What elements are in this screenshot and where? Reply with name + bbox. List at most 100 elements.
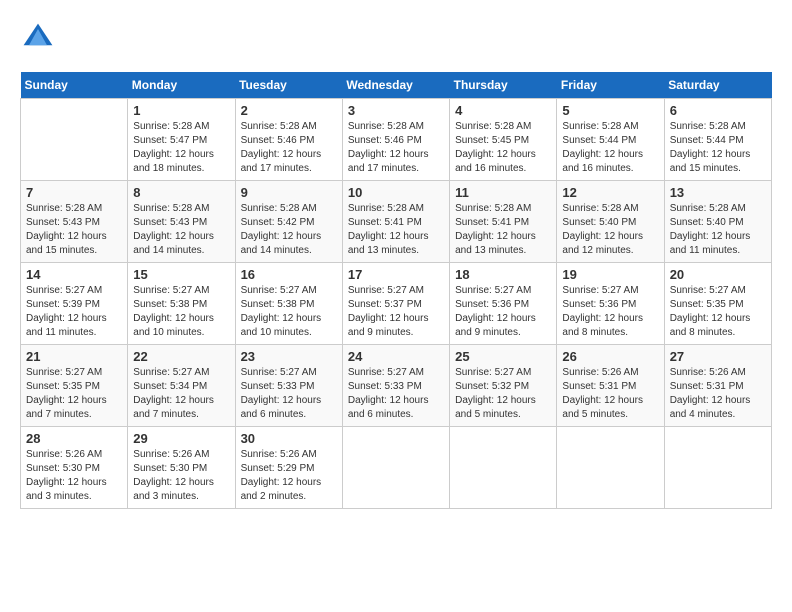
calendar-cell: 19 Sunrise: 5:27 AM Sunset: 5:36 PM Dayli…	[557, 263, 664, 345]
calendar-cell	[450, 427, 557, 509]
day-info: Sunrise: 5:27 AM Sunset: 5:36 PM Dayligh…	[562, 284, 658, 340]
day-number: 9	[241, 185, 337, 200]
calendar-cell: 16 Sunrise: 5:27 AM Sunset: 5:38 PM Dayli…	[235, 263, 342, 345]
calendar-week-4: 21 Sunrise: 5:27 AM Sunset: 5:35 PM Dayli…	[21, 345, 772, 427]
day-info: Sunrise: 5:28 AM Sunset: 5:41 PM Dayligh…	[455, 202, 551, 258]
calendar-cell: 17 Sunrise: 5:27 AM Sunset: 5:37 PM Dayli…	[342, 263, 449, 345]
day-number: 7	[26, 185, 122, 200]
day-number: 2	[241, 103, 337, 118]
calendar-cell: 6 Sunrise: 5:28 AM Sunset: 5:44 PM Daylig…	[664, 99, 771, 181]
day-info: Sunrise: 5:27 AM Sunset: 5:39 PM Dayligh…	[26, 284, 122, 340]
calendar-week-5: 28 Sunrise: 5:26 AM Sunset: 5:30 PM Dayli…	[21, 427, 772, 509]
day-number: 1	[133, 103, 229, 118]
weekday-header-sunday: Sunday	[21, 72, 128, 99]
logo	[20, 20, 62, 56]
day-number: 28	[26, 431, 122, 446]
day-info: Sunrise: 5:27 AM Sunset: 5:35 PM Dayligh…	[26, 366, 122, 422]
calendar-cell: 7 Sunrise: 5:28 AM Sunset: 5:43 PM Daylig…	[21, 181, 128, 263]
day-info: Sunrise: 5:28 AM Sunset: 5:44 PM Dayligh…	[670, 120, 766, 176]
day-info: Sunrise: 5:28 AM Sunset: 5:41 PM Dayligh…	[348, 202, 444, 258]
day-info: Sunrise: 5:27 AM Sunset: 5:38 PM Dayligh…	[133, 284, 229, 340]
calendar-cell	[664, 427, 771, 509]
day-info: Sunrise: 5:27 AM Sunset: 5:32 PM Dayligh…	[455, 366, 551, 422]
calendar-cell: 27Sunrise: 5:26 AM Sunset: 5:31 PM Dayli…	[664, 345, 771, 427]
calendar-cell: 18 Sunrise: 5:27 AM Sunset: 5:36 PM Dayli…	[450, 263, 557, 345]
calendar-cell: 21 Sunrise: 5:27 AM Sunset: 5:35 PM Dayli…	[21, 345, 128, 427]
day-number: 20	[670, 267, 766, 282]
day-info: Sunrise: 5:28 AM Sunset: 5:46 PM Dayligh…	[348, 120, 444, 176]
day-number: 10	[348, 185, 444, 200]
calendar-cell: 25 Sunrise: 5:27 AM Sunset: 5:32 PM Dayli…	[450, 345, 557, 427]
day-info: Sunrise: 5:28 AM Sunset: 5:40 PM Dayligh…	[562, 202, 658, 258]
day-info: Sunrise: 5:27 AM Sunset: 5:36 PM Dayligh…	[455, 284, 551, 340]
calendar-cell: 5Sunrise: 5:28 AM Sunset: 5:44 PM Daylig…	[557, 99, 664, 181]
day-info: Sunrise: 5:28 AM Sunset: 5:40 PM Dayligh…	[670, 202, 766, 258]
weekday-header-row: SundayMondayTuesdayWednesdayThursdayFrid…	[21, 72, 772, 99]
calendar-cell: 28 Sunrise: 5:26 AM Sunset: 5:30 PM Dayli…	[21, 427, 128, 509]
day-info: Sunrise: 5:28 AM Sunset: 5:43 PM Dayligh…	[133, 202, 229, 258]
calendar-cell: 13 Sunrise: 5:28 AM Sunset: 5:40 PM Dayli…	[664, 181, 771, 263]
calendar-cell: 20 Sunrise: 5:27 AM Sunset: 5:35 PM Dayli…	[664, 263, 771, 345]
calendar-cell: 9 Sunrise: 5:28 AM Sunset: 5:42 PM Daylig…	[235, 181, 342, 263]
weekday-header-thursday: Thursday	[450, 72, 557, 99]
calendar-cell	[557, 427, 664, 509]
calendar-cell	[342, 427, 449, 509]
logo-icon	[20, 20, 56, 56]
day-info: Sunrise: 5:27 AM Sunset: 5:33 PM Dayligh…	[241, 366, 337, 422]
calendar-cell: 4Sunrise: 5:28 AM Sunset: 5:45 PM Daylig…	[450, 99, 557, 181]
day-number: 8	[133, 185, 229, 200]
day-info: Sunrise: 5:28 AM Sunset: 5:47 PM Dayligh…	[133, 120, 229, 176]
day-info: Sunrise: 5:26 AM Sunset: 5:31 PM Dayligh…	[670, 366, 766, 422]
day-number: 15	[133, 267, 229, 282]
day-number: 29	[133, 431, 229, 446]
calendar-week-2: 7 Sunrise: 5:28 AM Sunset: 5:43 PM Daylig…	[21, 181, 772, 263]
weekday-header-monday: Monday	[128, 72, 235, 99]
weekday-header-wednesday: Wednesday	[342, 72, 449, 99]
day-number: 17	[348, 267, 444, 282]
day-info: Sunrise: 5:26 AM Sunset: 5:29 PM Dayligh…	[241, 448, 337, 504]
calendar-cell: 15 Sunrise: 5:27 AM Sunset: 5:38 PM Dayli…	[128, 263, 235, 345]
day-number: 11	[455, 185, 551, 200]
day-number: 23	[241, 349, 337, 364]
page-header	[20, 20, 772, 56]
day-number: 19	[562, 267, 658, 282]
day-number: 21	[26, 349, 122, 364]
calendar-cell: 3Sunrise: 5:28 AM Sunset: 5:46 PM Daylig…	[342, 99, 449, 181]
calendar-week-3: 14 Sunrise: 5:27 AM Sunset: 5:39 PM Dayli…	[21, 263, 772, 345]
calendar-cell: 11 Sunrise: 5:28 AM Sunset: 5:41 PM Dayli…	[450, 181, 557, 263]
calendar-cell: 2 Sunrise: 5:28 AM Sunset: 5:46 PM Daylig…	[235, 99, 342, 181]
day-info: Sunrise: 5:26 AM Sunset: 5:30 PM Dayligh…	[133, 448, 229, 504]
day-info: Sunrise: 5:28 AM Sunset: 5:45 PM Dayligh…	[455, 120, 551, 176]
day-number: 13	[670, 185, 766, 200]
day-info: Sunrise: 5:27 AM Sunset: 5:37 PM Dayligh…	[348, 284, 444, 340]
calendar-table: SundayMondayTuesdayWednesdayThursdayFrid…	[20, 72, 772, 509]
weekday-header-friday: Friday	[557, 72, 664, 99]
day-number: 22	[133, 349, 229, 364]
calendar-cell: 14 Sunrise: 5:27 AM Sunset: 5:39 PM Dayli…	[21, 263, 128, 345]
day-info: Sunrise: 5:27 AM Sunset: 5:38 PM Dayligh…	[241, 284, 337, 340]
day-info: Sunrise: 5:28 AM Sunset: 5:46 PM Dayligh…	[241, 120, 337, 176]
day-number: 14	[26, 267, 122, 282]
calendar-cell: 22 Sunrise: 5:27 AM Sunset: 5:34 PM Dayli…	[128, 345, 235, 427]
calendar-cell	[21, 99, 128, 181]
calendar-cell: 24Sunrise: 5:27 AM Sunset: 5:33 PM Dayli…	[342, 345, 449, 427]
day-number: 16	[241, 267, 337, 282]
day-number: 30	[241, 431, 337, 446]
day-info: Sunrise: 5:28 AM Sunset: 5:43 PM Dayligh…	[26, 202, 122, 258]
day-info: Sunrise: 5:27 AM Sunset: 5:35 PM Dayligh…	[670, 284, 766, 340]
day-number: 18	[455, 267, 551, 282]
calendar-cell: 29 Sunrise: 5:26 AM Sunset: 5:30 PM Dayli…	[128, 427, 235, 509]
calendar-cell: 23 Sunrise: 5:27 AM Sunset: 5:33 PM Dayli…	[235, 345, 342, 427]
calendar-week-1: 1 Sunrise: 5:28 AM Sunset: 5:47 PM Daylig…	[21, 99, 772, 181]
day-number: 26	[562, 349, 658, 364]
day-number: 25	[455, 349, 551, 364]
calendar-cell: 10 Sunrise: 5:28 AM Sunset: 5:41 PM Dayli…	[342, 181, 449, 263]
day-number: 24	[348, 349, 444, 364]
day-number: 6	[670, 103, 766, 118]
calendar-cell: 8 Sunrise: 5:28 AM Sunset: 5:43 PM Daylig…	[128, 181, 235, 263]
weekday-header-tuesday: Tuesday	[235, 72, 342, 99]
day-number: 12	[562, 185, 658, 200]
day-info: Sunrise: 5:28 AM Sunset: 5:42 PM Dayligh…	[241, 202, 337, 258]
day-info: Sunrise: 5:27 AM Sunset: 5:34 PM Dayligh…	[133, 366, 229, 422]
day-info: Sunrise: 5:26 AM Sunset: 5:30 PM Dayligh…	[26, 448, 122, 504]
